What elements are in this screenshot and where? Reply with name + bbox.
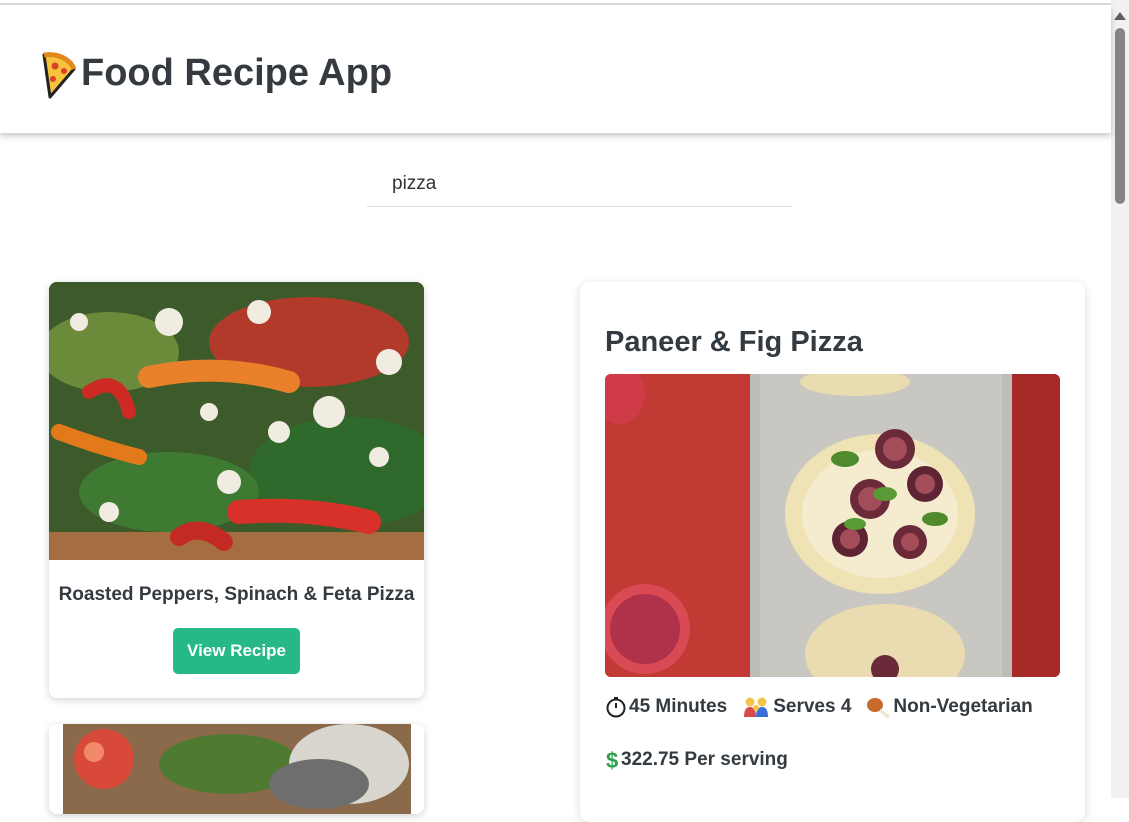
recipe-image [49,724,424,814]
dollar-icon: $ [606,748,618,772]
family-icon [744,697,769,717]
cook-time: 45 Minutes [605,696,727,718]
diet-type: Non-Vegetarian [865,696,1033,718]
view-recipe-button[interactable]: View Recipe [173,628,300,674]
recipe-detail-title: Paneer & Fig Pizza [605,326,863,358]
cook-time-label: 45 Minutes [629,696,728,717]
app-title: Food Recipe App [81,52,393,94]
price-label: 322.75 Per serving [621,749,788,770]
svg-text:$: $ [606,748,618,772]
pizza-slice-icon [42,52,76,99]
search-input[interactable] [367,162,792,207]
stopwatch-icon [606,697,626,718]
recipe-detail-image [605,374,1060,677]
servings-label: Serves 4 [773,696,852,717]
recipe-card: Roasted Peppers, Spinach & Feta Pizza Vi… [49,282,424,698]
diet-type-label: Non-Vegetarian [893,696,1033,717]
recipe-image [49,282,424,560]
app-header: Food Recipe App [0,5,1111,133]
recipe-card-title: Roasted Peppers, Spinach & Feta Pizza [58,584,415,605]
recipe-card [49,724,424,814]
recipe-meta-row: 45 Minutes Serves 4 Non-Vegetarian [605,696,1047,718]
scrollbar-thumb[interactable] [1115,28,1125,204]
servings: Serves 4 [741,696,851,718]
meat-icon [867,698,890,718]
price-per-serving: $ 322.75 Per serving [605,748,788,772]
scroll-up-arrow-icon[interactable] [1114,12,1126,20]
recipe-detail-panel: Paneer & Fig Pizza 45 Minutes Serves 4 N… [580,282,1085,822]
